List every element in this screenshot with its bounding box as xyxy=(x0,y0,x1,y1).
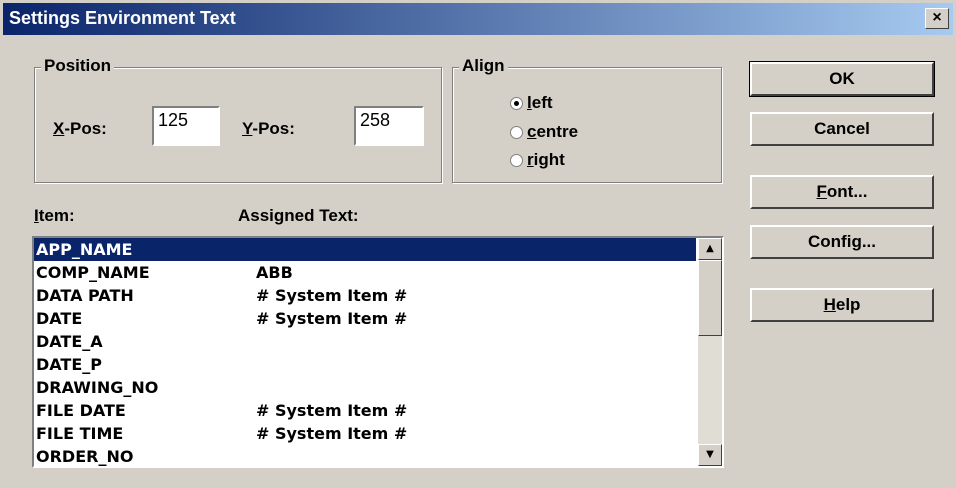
scroll-thumb[interactable] xyxy=(698,260,722,336)
radio-button-icon xyxy=(510,153,523,167)
ypos-input[interactable]: 258 xyxy=(354,106,424,146)
list-item[interactable]: DATE_A xyxy=(34,330,722,353)
align-right-radio[interactable]: right xyxy=(510,150,565,170)
arrow-up-icon: ▲ xyxy=(706,243,714,254)
environment-text-list[interactable]: APP_NAME COMP_NAME ABB DATA PATH # System … xyxy=(32,236,724,468)
vertical-scrollbar[interactable]: ▲ ▼ xyxy=(698,238,722,466)
ypos-label: Y-Pos: xyxy=(242,119,295,138)
cancel-button[interactable]: Cancel xyxy=(750,112,934,146)
radio-dot-icon xyxy=(514,100,519,106)
ok-button[interactable]: OK xyxy=(749,61,935,97)
radio-button-icon xyxy=(510,125,523,139)
radio-button-icon xyxy=(510,96,523,110)
help-button[interactable]: Help xyxy=(750,288,934,322)
align-centre-radio[interactable]: centre xyxy=(510,122,578,142)
xpos-label: X-Pos: xyxy=(53,119,107,138)
close-button[interactable]: × xyxy=(925,8,949,29)
list-item[interactable]: FILE TIME # System Item # xyxy=(34,422,722,445)
config-button[interactable]: Config... xyxy=(750,225,934,259)
align-left-label: left xyxy=(527,93,553,112)
list-item[interactable]: APP_NAME xyxy=(34,238,696,261)
xpos-input[interactable]: 125 xyxy=(152,106,220,146)
align-centre-label: centre xyxy=(527,122,579,141)
list-item[interactable]: DRAWING_NO xyxy=(34,376,722,399)
position-legend: Position xyxy=(41,56,115,76)
scroll-up-button[interactable]: ▲ xyxy=(698,238,722,260)
align-left-radio[interactable]: left xyxy=(510,93,553,113)
window-title: Settings Environment Text xyxy=(9,8,236,28)
title-bar: Settings Environment Text × xyxy=(3,3,953,35)
scroll-down-button[interactable]: ▼ xyxy=(698,444,722,466)
list-item[interactable]: ORDER_NO xyxy=(34,445,722,466)
list-item[interactable]: DATE # System Item # xyxy=(34,307,722,330)
arrow-down-icon: ▼ xyxy=(706,449,714,460)
align-right-label: right xyxy=(527,150,565,169)
item-column-header: Item: xyxy=(34,206,75,225)
assigned-text-column-header: Assigned Text: xyxy=(238,206,359,225)
font-button[interactable]: Font... xyxy=(750,175,934,209)
align-group: Align xyxy=(452,56,722,183)
list-item[interactable]: DATE_P xyxy=(34,353,722,376)
close-icon: × xyxy=(932,9,942,26)
align-legend: Align xyxy=(459,56,508,76)
list-item[interactable]: COMP_NAME ABB xyxy=(34,261,722,284)
list-item[interactable]: FILE DATE # System Item # xyxy=(34,399,722,422)
list-item[interactable]: DATA PATH # System Item # xyxy=(34,284,722,307)
